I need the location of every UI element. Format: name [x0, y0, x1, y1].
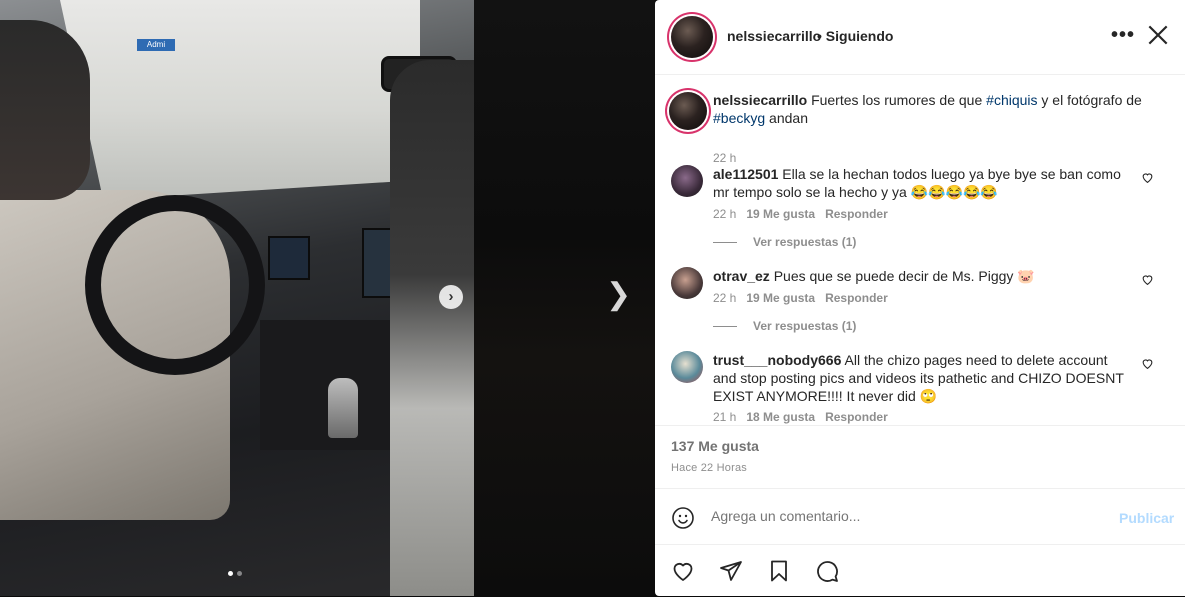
more-options-icon[interactable]: •••	[1111, 24, 1135, 47]
commenter-avatar[interactable]	[671, 267, 703, 299]
comment-body: Pues que se puede decir de Ms. Piggy 🐷	[773, 268, 1035, 284]
post-stats: 137 Me gusta Hace 22 Horas	[655, 425, 1185, 488]
comment-input[interactable]	[711, 508, 1091, 524]
add-comment-bar: Publicar	[655, 488, 1185, 545]
gear-shifter	[328, 378, 358, 438]
view-replies-label: Ver respuestas (1)	[753, 319, 857, 333]
view-replies-label: Ver respuestas (1)	[753, 235, 857, 249]
likes-count[interactable]: 137 Me gusta	[671, 438, 759, 454]
comment-likes[interactable]: 19 Me gusta	[746, 207, 815, 221]
following-status[interactable]: • Siguiendo	[817, 28, 893, 44]
comment-text: ale112501 Ella se la hechan todos luego …	[713, 165, 1133, 201]
street-sign: Admi	[137, 39, 175, 51]
post-actions	[655, 544, 1185, 597]
author-username[interactable]: nelssiecarrillo	[727, 28, 821, 44]
caption-text-part: y el fotógrafo de	[1037, 92, 1142, 108]
like-comment-heart-icon[interactable]	[1141, 171, 1154, 184]
replies-divider	[713, 241, 737, 243]
commenter-username[interactable]: ale112501	[713, 166, 778, 182]
post-header: nelssiecarrillo • Siguiendo •••	[655, 0, 1185, 75]
comment-bubble-icon[interactable]	[815, 559, 839, 583]
post-details-panel: nelssiecarrillo • Siguiendo ••• nelssiec…	[655, 0, 1185, 596]
publish-button[interactable]: Publicar	[1119, 510, 1174, 526]
carousel-dot	[237, 571, 242, 576]
modal-backdrop[interactable]: ❯	[474, 0, 655, 596]
caption-text-part: andan	[765, 110, 808, 126]
commenter-username[interactable]: trust___nobody666	[713, 352, 841, 368]
commenter-avatar[interactable]	[671, 351, 703, 383]
dash-screen	[268, 236, 310, 280]
reply-button[interactable]: Responder	[825, 410, 888, 424]
caption-time: 22 h	[713, 151, 737, 165]
passenger	[390, 60, 474, 596]
windshield	[60, 0, 420, 200]
comment-likes[interactable]: 18 Me gusta	[746, 410, 815, 424]
steering-wheel	[85, 195, 265, 375]
commenter-avatar[interactable]	[671, 165, 703, 197]
comment-time: 22 h	[713, 291, 737, 305]
close-icon[interactable]	[1145, 22, 1171, 48]
emoji-picker-icon[interactable]	[671, 506, 695, 530]
carousel-indicator	[228, 571, 242, 576]
bookmark-icon[interactable]	[767, 559, 791, 583]
post-media: Admi ›	[0, 0, 474, 596]
view-replies-button[interactable]: Ver respuestas (1)	[713, 235, 856, 249]
caption-text: nelssiecarrillo Fuertes los rumores de q…	[713, 91, 1153, 127]
post-timestamp: Hace 22 Horas	[671, 462, 747, 474]
comment-meta: 22 h 19 Me gusta Responder	[713, 207, 888, 221]
reply-button[interactable]: Responder	[825, 207, 888, 221]
reply-button[interactable]: Responder	[825, 291, 888, 305]
comments-list[interactable]: nelssiecarrillo Fuertes los rumores de q…	[655, 75, 1185, 425]
like-comment-heart-icon[interactable]	[1141, 357, 1154, 370]
hashtag-chiquis[interactable]: #chiquis	[986, 92, 1037, 108]
caption-username[interactable]: nelssiecarrillo	[713, 92, 807, 108]
like-heart-icon[interactable]	[671, 559, 695, 583]
hashtag-beckyg[interactable]: #beckyg	[713, 110, 765, 126]
replies-divider	[713, 325, 737, 327]
comment-text: otrav_ez Pues que se puede decir de Ms. …	[713, 267, 1133, 285]
comment-time: 22 h	[713, 207, 737, 221]
like-comment-heart-icon[interactable]	[1141, 273, 1154, 286]
commenter-username[interactable]: otrav_ez	[713, 268, 770, 284]
comment-text: trust___nobody666 All the chizo pages ne…	[713, 351, 1133, 405]
driver-head	[0, 20, 90, 200]
carousel-next-button[interactable]: ›	[439, 285, 463, 309]
caption-text-part: Fuertes los rumores de que	[811, 92, 987, 108]
carousel-dot-active	[228, 571, 233, 576]
caption-avatar[interactable]	[669, 92, 707, 130]
comment-meta: 22 h 19 Me gusta Responder	[713, 291, 888, 305]
view-replies-button[interactable]: Ver respuestas (1)	[713, 319, 856, 333]
author-avatar[interactable]	[671, 16, 713, 58]
share-paper-plane-icon[interactable]	[719, 559, 743, 583]
comment-likes[interactable]: 19 Me gusta	[746, 291, 815, 305]
comment-meta: 21 h 18 Me gusta Responder	[713, 410, 888, 424]
comment-time: 21 h	[713, 410, 737, 424]
next-post-arrow-icon[interactable]: ❯	[606, 280, 631, 310]
